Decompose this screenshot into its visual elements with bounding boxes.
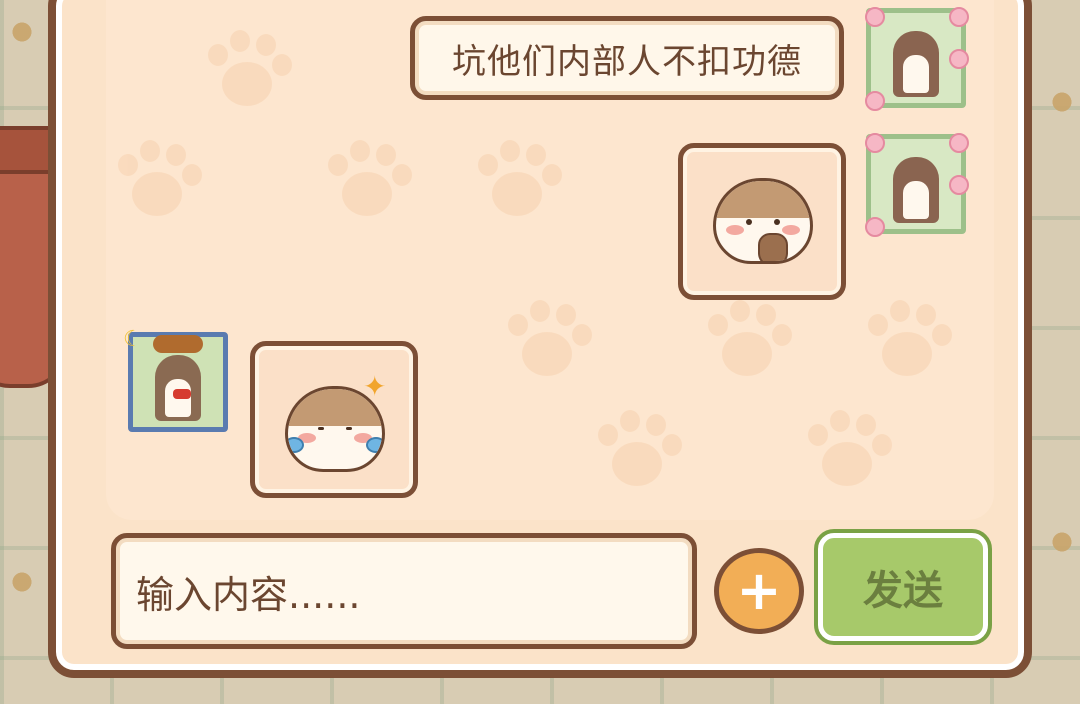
sparkle-icon: ✦ [363,370,387,403]
send-button[interactable]: 发送 [814,529,992,645]
send-button-label: 发送 [863,568,943,614]
chat-message-text-bubble[interactable]: 坑他们内部人不扣功德 [410,16,844,100]
paw-print-decoration [706,300,792,380]
add-attachment-button[interactable]: + [714,548,804,634]
witch-hat-icon [153,335,203,353]
message-input-placeholder: 输入内容...... [136,572,361,617]
bow-tie-icon [173,389,191,399]
message-input[interactable]: 输入内容...... [111,533,697,649]
paw-print-decoration [476,140,562,220]
paw-print-decoration [506,300,592,380]
otter-flower-avatar-icon[interactable] [865,7,969,111]
otter-witch-hat-avatar-icon[interactable]: ☾ [123,327,228,432]
paw-print-decoration [116,140,202,220]
chat-message-sticker-bubble[interactable]: ✦ [250,341,418,498]
chat-message-sticker-bubble[interactable] [678,143,846,300]
floor-flower-decoration [0,10,44,54]
chat-message-text: 坑他们内部人不扣功德 [452,41,802,82]
otter-flower-avatar-icon[interactable] [865,133,969,237]
plus-icon: + [736,559,782,622]
floor-flower-decoration [1040,80,1080,124]
floor-flower-decoration [1040,520,1080,564]
paw-print-decoration [806,410,892,490]
paw-print-decoration [596,410,682,490]
otter-holding-nut-sticker-icon [713,178,813,264]
moon-icon: ☾ [123,327,143,352]
paw-print-decoration [866,300,952,380]
floor-flower-decoration [0,560,44,604]
paw-print-decoration [206,30,292,110]
paw-print-decoration [326,140,412,220]
